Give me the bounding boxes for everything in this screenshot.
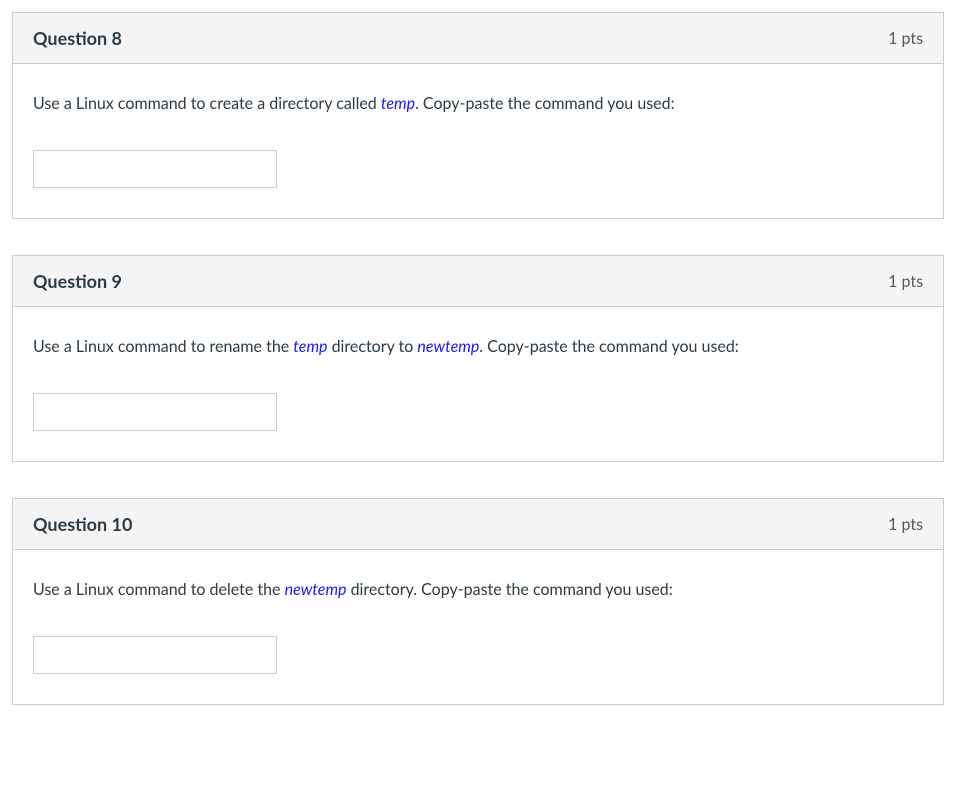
question-prompt: Use a Linux command to create a director…	[33, 92, 923, 116]
question-points: 1 pts	[888, 29, 923, 48]
question-points: 1 pts	[888, 272, 923, 291]
question-title: Question 9	[33, 270, 122, 292]
answer-input[interactable]	[33, 636, 277, 674]
question-card: Question 8 1 pts Use a Linux command to …	[12, 12, 944, 219]
question-prompt: Use a Linux command to delete the newtem…	[33, 578, 923, 602]
question-header: Question 8 1 pts	[13, 13, 943, 64]
prompt-em: newtemp	[417, 337, 479, 356]
question-points: 1 pts	[888, 515, 923, 534]
prompt-em: newtemp	[285, 580, 347, 599]
answer-input[interactable]	[33, 393, 277, 431]
question-body: Use a Linux command to delete the newtem…	[13, 550, 943, 704]
answer-input[interactable]	[33, 150, 277, 188]
prompt-text: Use a Linux command to rename the	[33, 337, 293, 356]
question-card: Question 10 1 pts Use a Linux command to…	[12, 498, 944, 705]
question-header: Question 9 1 pts	[13, 256, 943, 307]
prompt-text: . Copy-paste the command you used:	[415, 94, 675, 113]
question-body: Use a Linux command to create a director…	[13, 64, 943, 218]
question-prompt: Use a Linux command to rename the temp d…	[33, 335, 923, 359]
question-card: Question 9 1 pts Use a Linux command to …	[12, 255, 944, 462]
prompt-em: temp	[381, 94, 415, 113]
prompt-text: Use a Linux command to create a director…	[33, 94, 381, 113]
question-body: Use a Linux command to rename the temp d…	[13, 307, 943, 461]
prompt-text: directory. Copy-paste the command you us…	[347, 580, 673, 599]
question-title: Question 8	[33, 27, 122, 49]
prompt-text: Use a Linux command to delete the	[33, 580, 285, 599]
question-header: Question 10 1 pts	[13, 499, 943, 550]
question-title: Question 10	[33, 513, 132, 535]
prompt-text: . Copy-paste the command you used:	[479, 337, 739, 356]
prompt-em: temp	[293, 337, 327, 356]
prompt-text: directory to	[328, 337, 418, 356]
